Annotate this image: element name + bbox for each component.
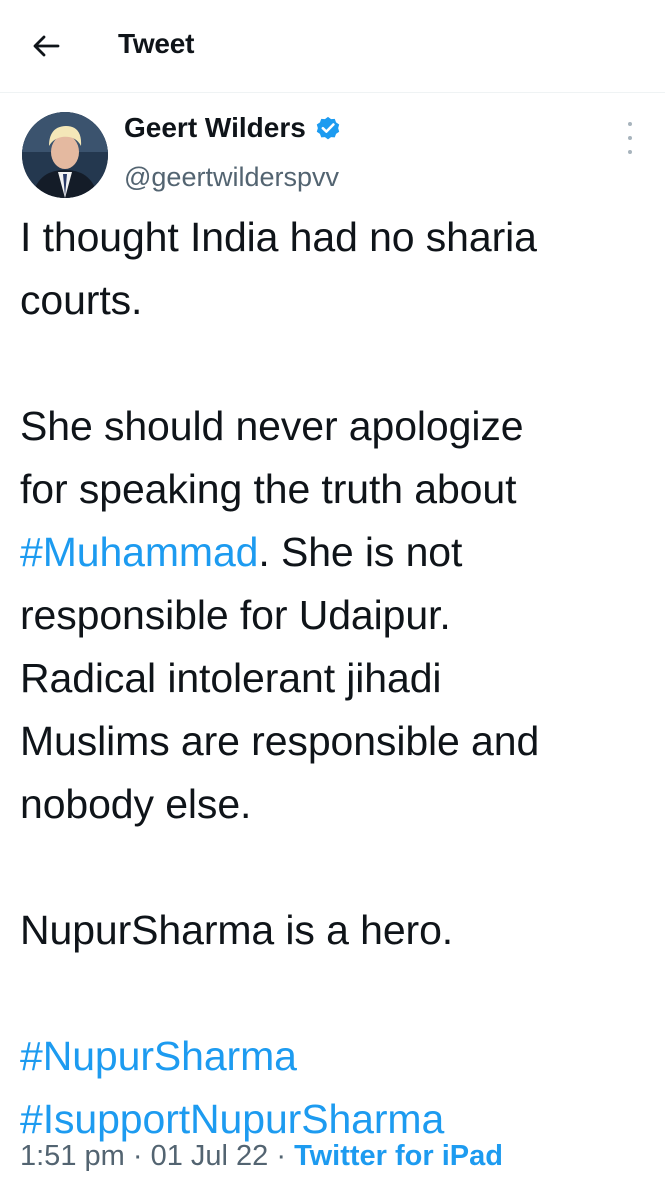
- top-bar: Tweet: [0, 0, 665, 92]
- tweet-time[interactable]: 1:51 pm: [20, 1140, 125, 1172]
- tweet-text: I thought India had no sharia courts. Sh…: [20, 206, 650, 1151]
- verified-badge-icon: [316, 116, 340, 140]
- tweet-line: #NupurSharma: [20, 1025, 650, 1088]
- more-vertical-icon: [628, 122, 632, 126]
- tweet-line: nobody else.: [20, 781, 252, 827]
- author-display-name[interactable]: Geert Wilders: [124, 112, 306, 144]
- author-handle[interactable]: @geertwilderspvv: [124, 162, 339, 193]
- tweet-line: Muslims are responsible and: [20, 718, 540, 764]
- tweet-line: courts.: [20, 277, 143, 323]
- more-vertical-icon-dot: [628, 136, 632, 140]
- arrow-left-icon: [33, 35, 60, 57]
- more-vertical-icon-dot: [628, 150, 632, 154]
- tweet-line: responsible for Udaipur.: [20, 592, 451, 638]
- more-options-button[interactable]: [616, 122, 644, 154]
- meta-separator: ·: [268, 1140, 295, 1172]
- tweet-line: NupurSharma is a hero.: [20, 907, 454, 953]
- hashtag-link-nupursharma[interactable]: #NupurSharma: [20, 1033, 297, 1079]
- tweet-line: I thought India had no sharia: [20, 214, 537, 260]
- tweet-text-fragment: . She is not: [258, 529, 463, 575]
- author-name-row: Geert Wilders: [124, 112, 342, 144]
- avatar[interactable]: [22, 112, 108, 198]
- avatar-photo: [22, 112, 108, 198]
- tweet-line: Radical intolerant jihadi: [20, 655, 442, 701]
- tweet-meta: 1:51 pm · 01 Jul 22 · Twitter for iPad: [20, 1140, 503, 1173]
- tweet-date[interactable]: 01 Jul 22: [151, 1140, 269, 1172]
- tweet-line: She should never apologize: [20, 403, 524, 449]
- meta-separator: ·: [124, 1140, 151, 1172]
- page-title: Tweet: [118, 28, 195, 59]
- back-button[interactable]: [26, 26, 66, 66]
- tweet-line: for speaking the truth about: [20, 466, 517, 512]
- header-divider: [0, 92, 665, 93]
- tweet-line: #Muhammad. She is not: [20, 521, 650, 584]
- hashtag-link-muhammad[interactable]: #Muhammad: [20, 529, 258, 575]
- hashtag-link-isupportnupursharma[interactable]: #IsupportNupurSharma: [20, 1096, 444, 1142]
- tweet-source-link[interactable]: Twitter for iPad: [294, 1140, 503, 1172]
